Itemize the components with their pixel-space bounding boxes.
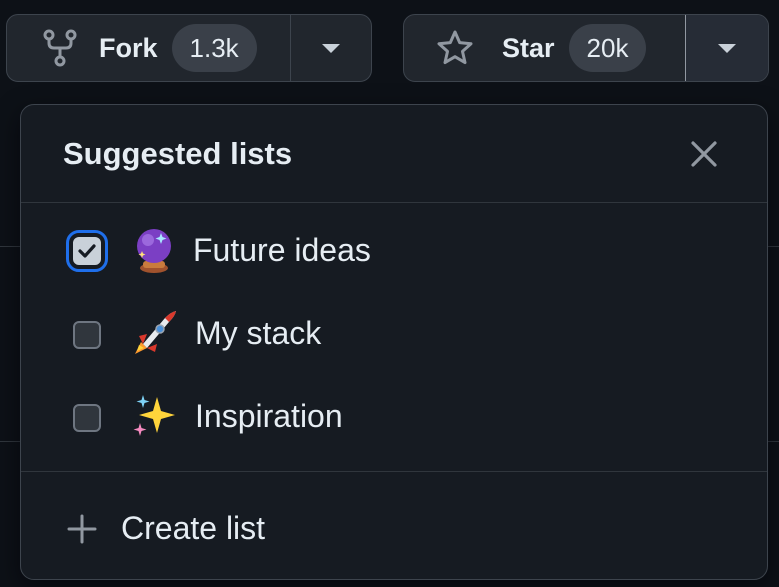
create-list-button[interactable]: Create list [21, 471, 767, 580]
list-item-future-ideas[interactable]: Future ideas [21, 210, 767, 290]
list-item-label: Inspiration [195, 398, 343, 434]
chevron-down-icon [717, 43, 736, 53]
fork-label: Fork [99, 32, 158, 63]
list-item-my-stack[interactable]: My stack [21, 293, 767, 373]
check-icon [78, 244, 96, 258]
list-item-label: My stack [195, 315, 322, 351]
rocket-icon [129, 308, 179, 358]
fork-button[interactable]: Fork 1.3k [7, 15, 290, 81]
create-list-label: Create list [121, 510, 266, 546]
checkbox-my-stack[interactable] [73, 321, 101, 349]
crystal-ball-icon [129, 225, 179, 275]
star-count-badge: 20k [568, 24, 647, 72]
fork-button-group: Fork 1.3k [6, 14, 372, 82]
list-item-inspiration[interactable]: Inspiration [21, 376, 767, 456]
x-icon [691, 141, 717, 167]
plus-icon [67, 514, 97, 544]
fork-dropdown-button[interactable] [289, 15, 372, 81]
list-item-label: Future ideas [193, 232, 371, 268]
repo-forked-icon [43, 28, 77, 68]
star-label: Star [502, 32, 555, 63]
lists-popover: Suggested lists Future ideas My stack In… [20, 104, 768, 580]
checkbox-future-ideas[interactable] [66, 230, 108, 272]
popover-header: Suggested lists [21, 105, 767, 203]
star-button[interactable]: Star 20k [404, 15, 685, 81]
checkbox-inspiration[interactable] [73, 404, 101, 432]
fork-count-badge: 1.3k [171, 24, 257, 72]
close-button[interactable] [685, 135, 723, 173]
star-button-group: Star 20k [403, 14, 769, 82]
sparkles-icon [129, 391, 179, 441]
star-icon [436, 29, 474, 67]
star-list-dropdown-button[interactable] [684, 15, 768, 81]
chevron-down-icon [321, 43, 340, 53]
popover-title: Suggested lists [63, 136, 293, 171]
